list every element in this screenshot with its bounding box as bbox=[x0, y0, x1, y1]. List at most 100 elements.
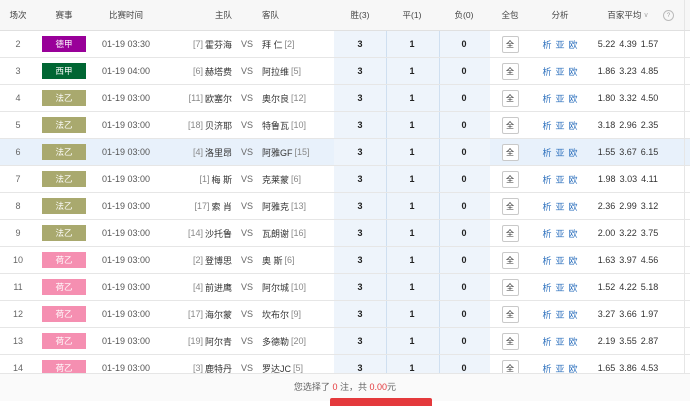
loss-option[interactable]: 0 bbox=[438, 328, 490, 354]
analysis-link[interactable]: 析 bbox=[542, 281, 551, 294]
win-option[interactable]: 3 bbox=[334, 193, 386, 219]
draw-option[interactable]: 1 bbox=[386, 247, 438, 273]
draw-option[interactable]: 1 bbox=[386, 328, 438, 354]
full-package-button[interactable]: 全 bbox=[501, 116, 519, 134]
asian-odds-link[interactable]: 亚 bbox=[555, 92, 564, 105]
asian-odds-link[interactable]: 亚 bbox=[555, 173, 564, 186]
euro-odds-link[interactable]: 欧 bbox=[569, 227, 578, 240]
analysis-link[interactable]: 析 bbox=[542, 173, 551, 186]
league-badge[interactable]: 法乙 bbox=[42, 90, 86, 106]
win-option[interactable]: 3 bbox=[334, 220, 386, 246]
euro-odds-link[interactable]: 欧 bbox=[569, 335, 578, 348]
away-team-cell[interactable]: 阿雅GF [15] bbox=[262, 139, 334, 165]
loss-option[interactable]: 0 bbox=[438, 301, 490, 327]
asian-odds-link[interactable]: 亚 bbox=[555, 65, 564, 78]
draw-option[interactable]: 1 bbox=[386, 274, 438, 300]
asian-odds-link[interactable]: 亚 bbox=[555, 335, 564, 348]
analysis-link[interactable]: 析 bbox=[542, 146, 551, 159]
draw-option[interactable]: 1 bbox=[386, 58, 438, 84]
full-package-button[interactable]: 全 bbox=[501, 143, 519, 161]
loss-option[interactable]: 0 bbox=[438, 193, 490, 219]
away-team-cell[interactable]: 瓦朗谢 [16] bbox=[262, 220, 334, 246]
loss-option[interactable]: 0 bbox=[438, 112, 490, 138]
header-avg[interactable]: 百家平均 ∨ bbox=[590, 0, 666, 30]
analysis-link[interactable]: 析 bbox=[542, 335, 551, 348]
loss-option[interactable]: 0 bbox=[438, 139, 490, 165]
analysis-link[interactable]: 析 bbox=[542, 92, 551, 105]
euro-odds-link[interactable]: 欧 bbox=[569, 38, 578, 51]
draw-option[interactable]: 1 bbox=[386, 301, 438, 327]
analysis-link[interactable]: 析 bbox=[542, 200, 551, 213]
full-package-button[interactable]: 全 bbox=[501, 278, 519, 296]
league-badge[interactable]: 荷乙 bbox=[42, 306, 86, 322]
league-badge[interactable]: 德甲 bbox=[42, 36, 86, 52]
full-package-button[interactable]: 全 bbox=[501, 224, 519, 242]
away-team-cell[interactable]: 阿尔城 [10] bbox=[262, 274, 334, 300]
draw-option[interactable]: 1 bbox=[386, 85, 438, 111]
away-team-cell[interactable]: 奥 斯 [6] bbox=[262, 247, 334, 273]
loss-option[interactable]: 0 bbox=[438, 247, 490, 273]
analysis-link[interactable]: 析 bbox=[542, 65, 551, 78]
draw-option[interactable]: 1 bbox=[386, 112, 438, 138]
loss-option[interactable]: 0 bbox=[438, 85, 490, 111]
home-team-cell[interactable]: [2] 登博思 bbox=[160, 247, 232, 273]
win-option[interactable]: 3 bbox=[334, 85, 386, 111]
submit-button[interactable] bbox=[330, 398, 432, 406]
win-option[interactable]: 3 bbox=[334, 328, 386, 354]
euro-odds-link[interactable]: 欧 bbox=[569, 173, 578, 186]
full-package-button[interactable]: 全 bbox=[501, 89, 519, 107]
asian-odds-link[interactable]: 亚 bbox=[555, 281, 564, 294]
loss-option[interactable]: 0 bbox=[438, 166, 490, 192]
euro-odds-link[interactable]: 欧 bbox=[569, 146, 578, 159]
euro-odds-link[interactable]: 欧 bbox=[569, 65, 578, 78]
win-option[interactable]: 3 bbox=[334, 139, 386, 165]
full-package-button[interactable]: 全 bbox=[501, 251, 519, 269]
win-option[interactable]: 3 bbox=[334, 274, 386, 300]
away-team-cell[interactable]: 拜 仁 [2] bbox=[262, 31, 334, 57]
full-package-button[interactable]: 全 bbox=[501, 197, 519, 215]
home-team-cell[interactable]: [4] 洛里昂 bbox=[160, 139, 232, 165]
asian-odds-link[interactable]: 亚 bbox=[555, 119, 564, 132]
asian-odds-link[interactable]: 亚 bbox=[555, 254, 564, 267]
asian-odds-link[interactable]: 亚 bbox=[555, 227, 564, 240]
full-package-button[interactable]: 全 bbox=[501, 305, 519, 323]
league-badge[interactable]: 荷乙 bbox=[42, 252, 86, 268]
asian-odds-link[interactable]: 亚 bbox=[555, 200, 564, 213]
win-option[interactable]: 3 bbox=[334, 58, 386, 84]
away-team-cell[interactable]: 阿拉维 [5] bbox=[262, 58, 334, 84]
analysis-link[interactable]: 析 bbox=[542, 119, 551, 132]
league-badge[interactable]: 荷乙 bbox=[42, 279, 86, 295]
home-team-cell[interactable]: [4] 前进鹰 bbox=[160, 274, 232, 300]
win-option[interactable]: 3 bbox=[334, 112, 386, 138]
asian-odds-link[interactable]: 亚 bbox=[555, 38, 564, 51]
league-badge[interactable]: 西甲 bbox=[42, 63, 86, 79]
asian-odds-link[interactable]: 亚 bbox=[555, 308, 564, 321]
asian-odds-link[interactable]: 亚 bbox=[555, 146, 564, 159]
euro-odds-link[interactable]: 欧 bbox=[569, 281, 578, 294]
league-badge[interactable]: 法乙 bbox=[42, 171, 86, 187]
league-badge[interactable]: 法乙 bbox=[42, 198, 86, 214]
win-option[interactable]: 3 bbox=[334, 247, 386, 273]
draw-option[interactable]: 1 bbox=[386, 139, 438, 165]
home-team-cell[interactable]: [11] 欧塞尔 bbox=[160, 85, 232, 111]
draw-option[interactable]: 1 bbox=[386, 166, 438, 192]
full-package-button[interactable]: 全 bbox=[501, 332, 519, 350]
euro-odds-link[interactable]: 欧 bbox=[569, 119, 578, 132]
league-badge[interactable]: 法乙 bbox=[42, 144, 86, 160]
away-team-cell[interactable]: 坎布尔 [9] bbox=[262, 301, 334, 327]
analysis-link[interactable]: 析 bbox=[542, 308, 551, 321]
away-team-cell[interactable]: 多德勒 [20] bbox=[262, 328, 334, 354]
euro-odds-link[interactable]: 欧 bbox=[569, 254, 578, 267]
full-package-button[interactable]: 全 bbox=[501, 170, 519, 188]
home-team-cell[interactable]: [14] 沙托鲁 bbox=[160, 220, 232, 246]
league-badge[interactable]: 法乙 bbox=[42, 117, 86, 133]
full-package-button[interactable]: 全 bbox=[501, 62, 519, 80]
league-badge[interactable]: 荷乙 bbox=[42, 333, 86, 349]
home-team-cell[interactable]: [18] 贝济耶 bbox=[160, 112, 232, 138]
euro-odds-link[interactable]: 欧 bbox=[569, 308, 578, 321]
away-team-cell[interactable]: 奥尔良 [12] bbox=[262, 85, 334, 111]
loss-option[interactable]: 0 bbox=[438, 31, 490, 57]
full-package-button[interactable]: 全 bbox=[501, 35, 519, 53]
away-team-cell[interactable]: 阿雅克 [13] bbox=[262, 193, 334, 219]
loss-option[interactable]: 0 bbox=[438, 58, 490, 84]
